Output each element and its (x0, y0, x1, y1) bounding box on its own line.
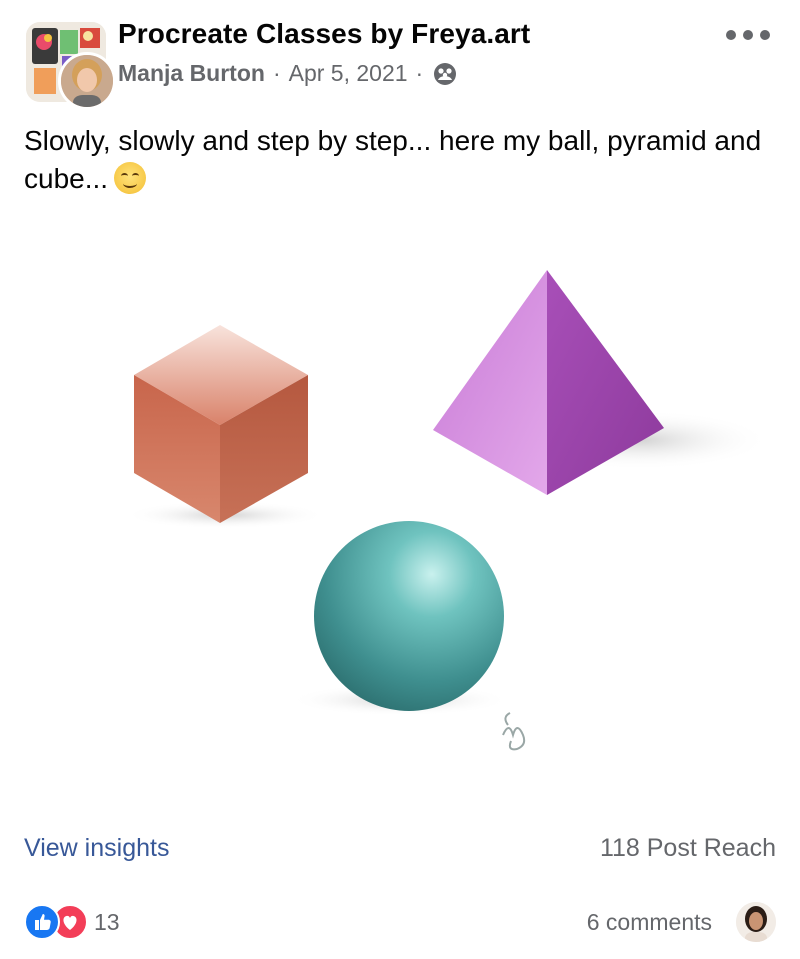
author-name[interactable]: Manja Burton (118, 60, 265, 87)
user-avatar[interactable] (58, 52, 116, 110)
artist-signature (502, 712, 526, 751)
comments-link[interactable]: 6 comments (587, 909, 712, 936)
reactions-summary[interactable]: 13 (24, 904, 120, 940)
user-avatar-image (61, 55, 113, 107)
view-insights-link[interactable]: View insights (24, 834, 169, 863)
reactions-row: 13 6 comments (24, 900, 776, 944)
post-header: Procreate Classes by Freya.art Manja Bur… (0, 0, 800, 110)
more-options-icon[interactable] (726, 24, 770, 46)
meta-separator: · (415, 60, 424, 86)
like-reaction-icon (24, 904, 60, 940)
reaction-count: 13 (94, 908, 120, 935)
sphere-shape (314, 521, 504, 711)
post-meta: Manja Burton · Apr 5, 2021 · (118, 60, 457, 87)
cube-shape (134, 325, 308, 523)
post-image[interactable] (0, 215, 800, 805)
artwork-shapes (125, 270, 770, 751)
post-text: Slowly, slowly and step by step... here … (24, 122, 774, 198)
commenter-avatar[interactable] (736, 902, 776, 942)
meta-separator: · (272, 60, 281, 86)
group-name[interactable]: Procreate Classes by Freya.art (118, 18, 530, 50)
post-date[interactable]: Apr 5, 2021 (289, 60, 408, 87)
insights-row: View insights 118 Post Reach (24, 828, 776, 868)
commenter-avatar-image (736, 902, 776, 942)
post-reach: 118 Post Reach (599, 833, 776, 862)
comments-summary: 6 comments (587, 902, 776, 942)
members-icon (434, 62, 457, 85)
smiling-face-emoji (114, 162, 147, 194)
